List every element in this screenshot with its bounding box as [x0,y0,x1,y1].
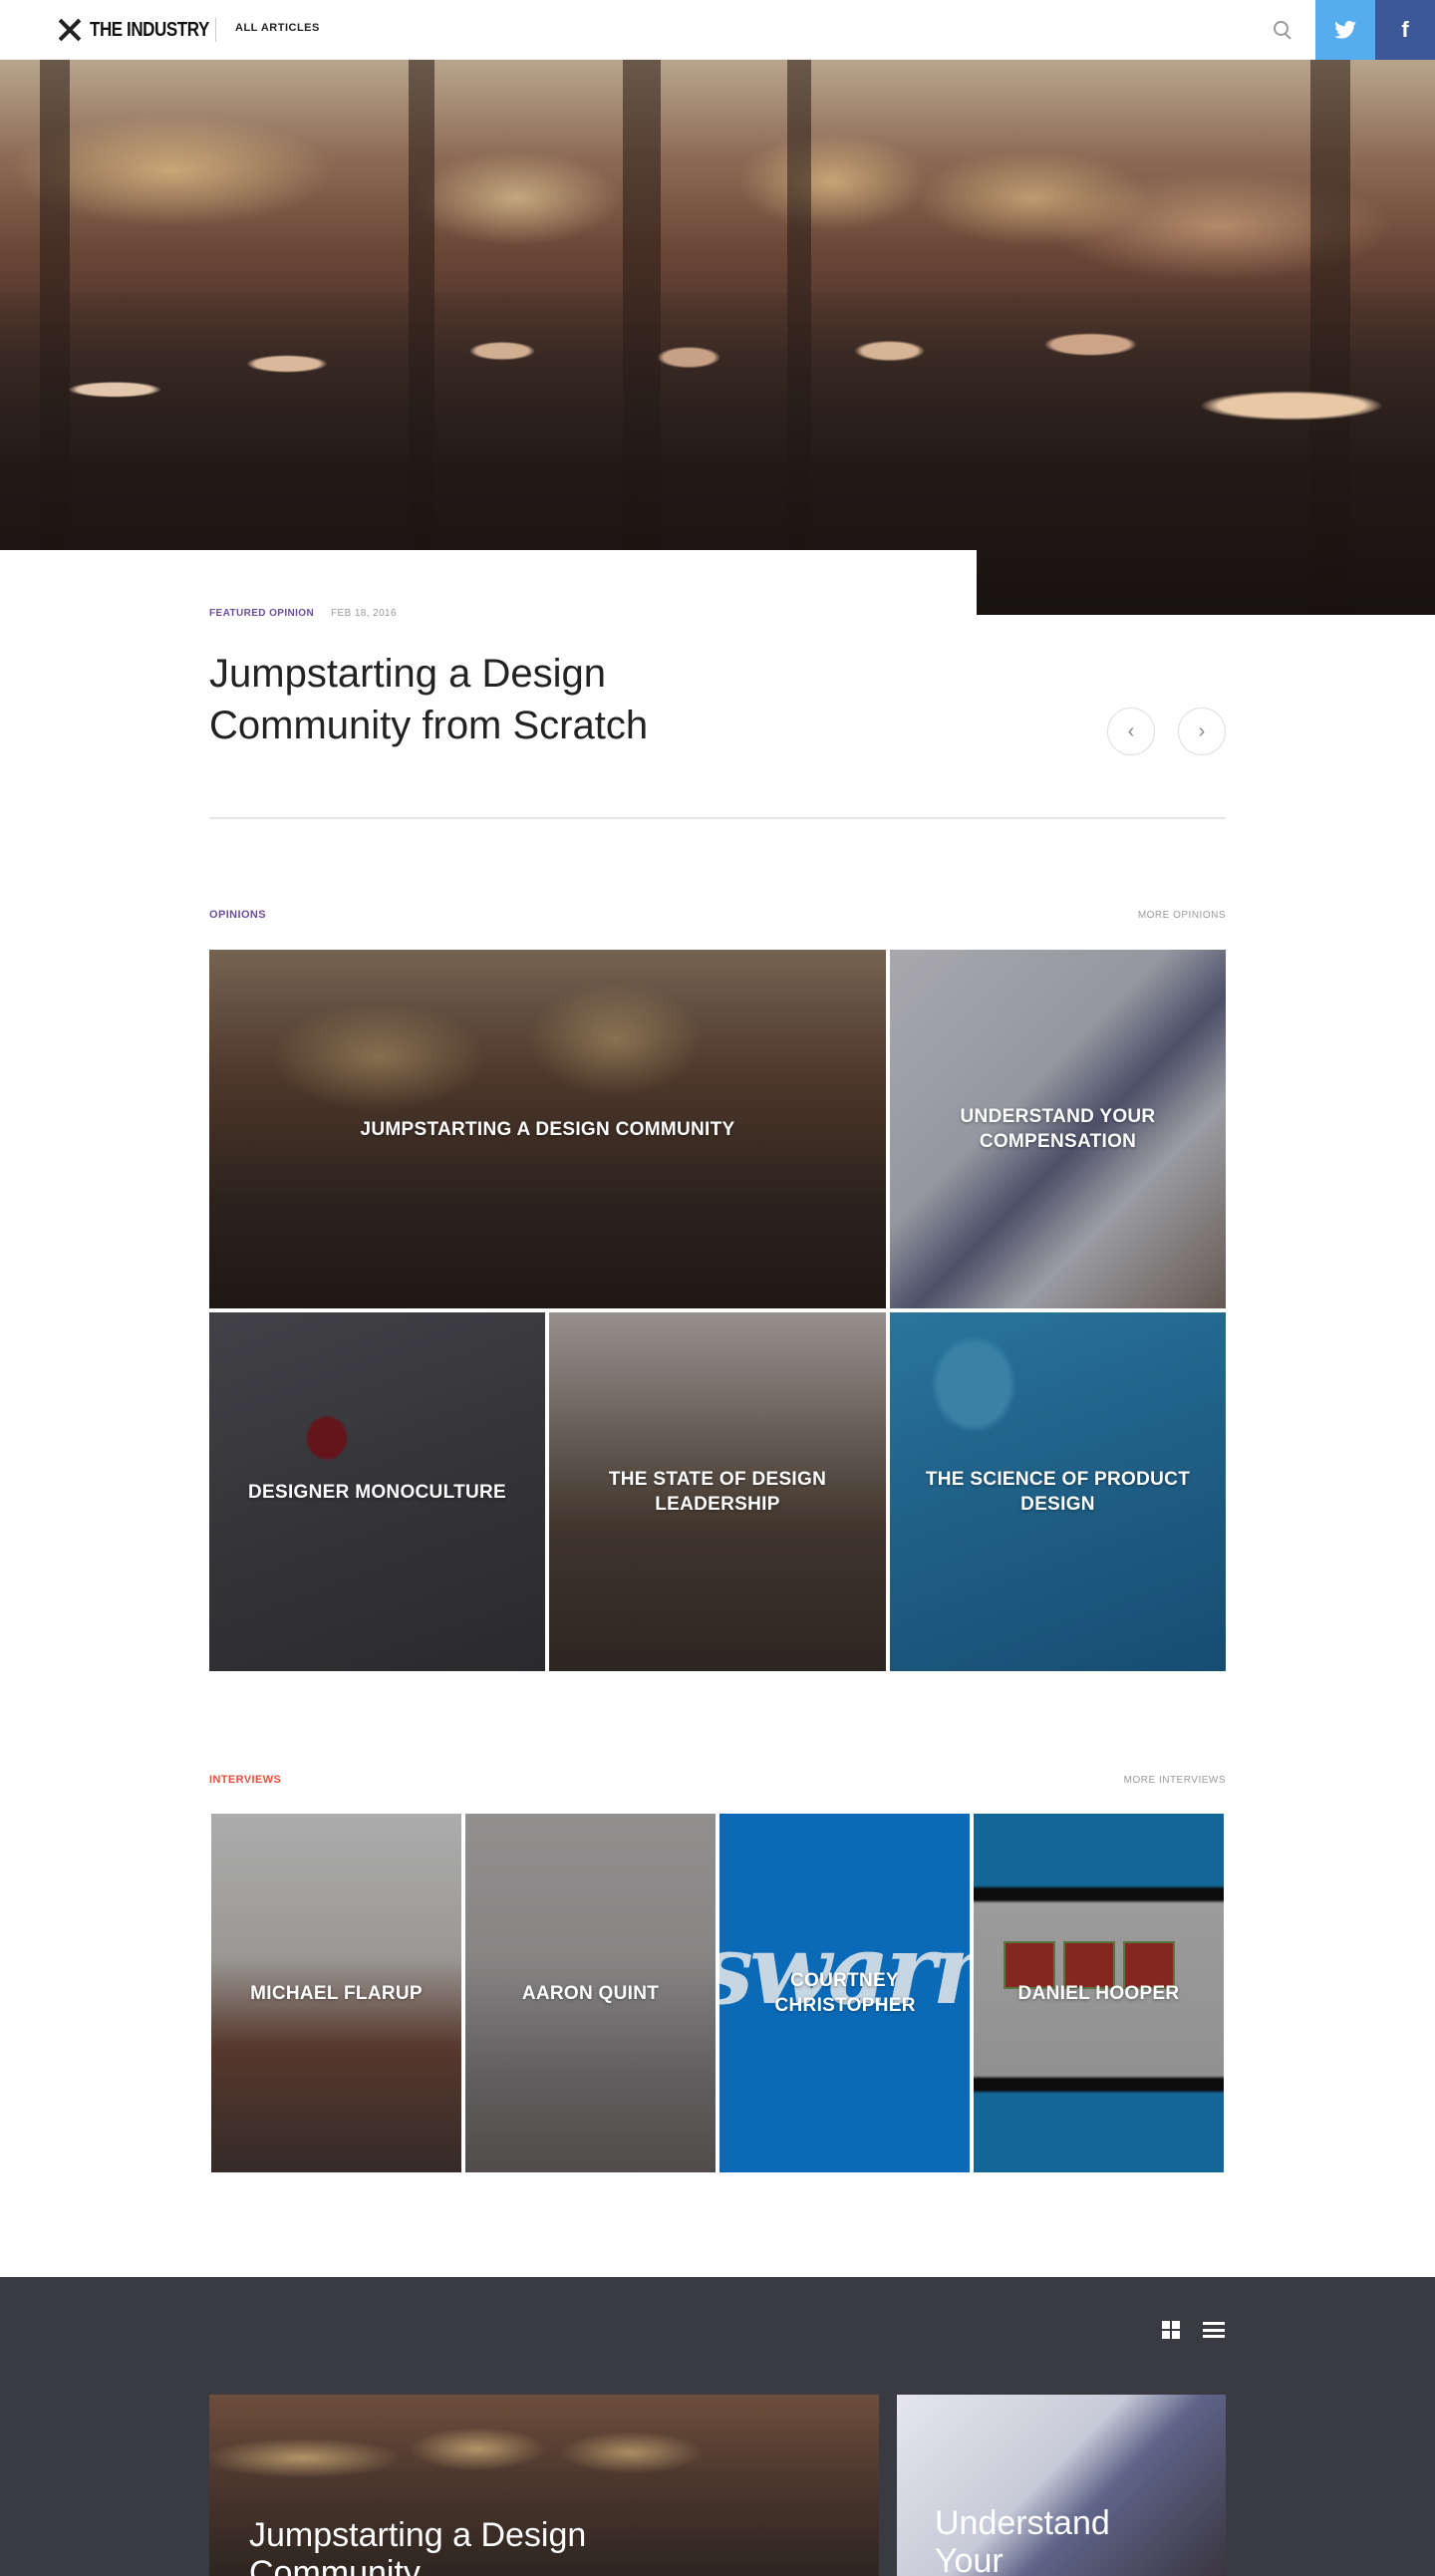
logo-x-icon [58,18,82,42]
next-article-button[interactable]: › [1178,708,1226,755]
opinion-tile[interactable]: DESIGNER MONOCULTURE [209,1312,545,1671]
tile-title: THE STATE OF DESIGN LEADERSHIP [608,1469,827,1515]
featured-category[interactable]: FEATURED OPINION [209,608,314,619]
tile-title: JUMPSTARTING A DESIGN COMMUNITY [360,1118,735,1140]
prev-article-button[interactable]: ‹ [1107,708,1155,755]
logo-text: THE INDUSTRY [90,18,209,41]
featured-title[interactable]: Jumpstarting a Design Community from Scr… [209,648,767,751]
interview-tile[interactable]: MICHAEL FLARUP [211,1814,461,2172]
card-title: Understand Your [935,2504,1110,2576]
site-header: THE INDUSTRY ALL ARTICLES f [0,0,1435,60]
more-opinions-link[interactable]: MORE OPINIONS [1076,910,1226,921]
twitter-icon [1334,21,1356,39]
facebook-button[interactable]: f [1375,0,1435,60]
chevron-right-icon: › [1198,719,1206,742]
opinion-tile[interactable]: THE STATE OF DESIGN LEADERSHIP [549,1312,886,1671]
twitter-button[interactable] [1315,0,1375,60]
opinion-tile[interactable]: JUMPSTARTING A DESIGN COMMUNITY [209,950,886,1308]
tile-title: THE SCIENCE OF PRODUCT DESIGN [925,1469,1191,1515]
search-icon[interactable] [1271,18,1294,42]
tile-title: MICHAEL FLARUP [250,1982,423,2004]
tile-title: DANIEL HOOPER [1017,1982,1180,2004]
facebook-icon: f [1401,17,1409,42]
opinion-tile[interactable]: UNDERSTAND YOUR COMPENSATION [890,950,1226,1308]
feed-card[interactable]: Understand Your [897,2395,1226,2576]
nav-all-articles[interactable]: ALL ARTICLES [235,22,320,34]
site-logo[interactable]: THE INDUSTRY [58,17,230,43]
interview-tile[interactable]: swarm COURTNEY CHRISTOPHER [719,1814,970,2172]
opinions-heading: OPINIONS [209,909,266,921]
list-view-icon[interactable] [1203,2322,1225,2338]
feed-card[interactable]: Jumpstarting a Design Community [209,2395,879,2576]
tile-title: DESIGNER MONOCULTURE [248,1481,506,1503]
header-divider [215,18,216,42]
chevron-left-icon: ‹ [1127,719,1135,742]
opinion-tile[interactable]: THE SCIENCE OF PRODUCT DESIGN [890,1312,1226,1671]
grid-view-icon[interactable] [1162,2321,1180,2339]
tile-title: COURTNEY CHRISTOPHER [774,1970,916,2016]
more-interviews-link[interactable]: MORE INTERVIEWS [1076,1775,1226,1786]
hero-cutout [0,550,977,620]
tile-title: AARON QUINT [521,1982,660,2004]
hero-image [0,60,1435,615]
section-divider [209,817,1226,819]
featured-date: FEB 18, 2016 [331,608,397,619]
interview-tile[interactable]: AARON QUINT [465,1814,716,2172]
interview-tile[interactable]: DANIEL HOOPER [974,1814,1224,2172]
card-title: Jumpstarting a Design Community [249,2516,587,2576]
tile-title: UNDERSTAND YOUR COMPENSATION [960,1106,1156,1152]
interviews-heading: INTERVIEWS [209,1774,282,1786]
